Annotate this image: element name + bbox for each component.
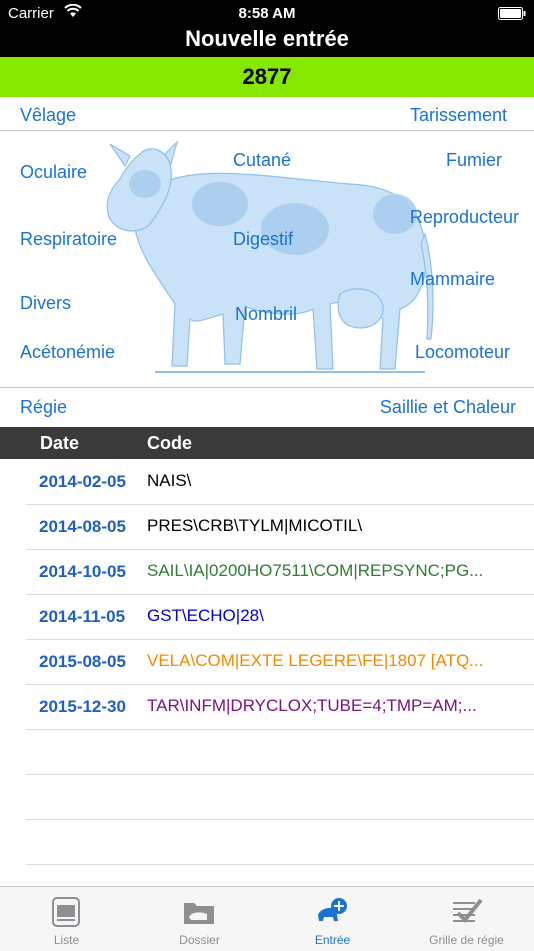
row-date: 2015-08-05 — [39, 652, 126, 671]
tab-entree[interactable]: Entrée — [266, 887, 399, 951]
category-oculaire[interactable]: Oculaire — [20, 162, 87, 183]
divider — [0, 387, 534, 388]
tab-label: Grille de régie — [429, 933, 504, 947]
folder-icon — [184, 903, 214, 924]
row-date: 2015-12-30 — [39, 697, 126, 716]
category-digestif[interactable]: Digestif — [233, 229, 293, 250]
category-nombril[interactable]: Nombril — [235, 304, 297, 325]
category-acetonemie[interactable]: Acétonémie — [20, 342, 115, 363]
category-divers[interactable]: Divers — [20, 293, 71, 314]
category-fumier[interactable]: Fumier — [446, 150, 502, 171]
row-code: VELA\COM|EXTE LEGERE\FE|1807 [ATQ... — [147, 651, 484, 670]
tab-dossier[interactable]: Dossier — [133, 887, 266, 951]
category-respiratoire[interactable]: Respiratoire — [20, 229, 117, 250]
saillie-chaleur-link[interactable]: Saillie et Chaleur — [380, 397, 516, 418]
grid-check-icon — [453, 898, 483, 923]
row-date: 2014-02-05 — [39, 472, 126, 491]
row-code: SAIL\IA|0200HO7511\COM|REPSYNC;PG... — [147, 561, 484, 580]
page-title: Nouvelle entrée — [185, 26, 349, 51]
table-row[interactable]: 2014-08-05 PRES\CRB\TYLM|MICOTIL\ — [26, 504, 534, 550]
tab-label: Entrée — [314, 933, 351, 947]
row-code: PRES\CRB\TYLM|MICOTIL\ — [147, 516, 363, 535]
row-code: TAR\INFM|DRYCLOX;TUBE=4;TMP=AM;... — [147, 696, 477, 715]
table-row[interactable]: 2015-08-05 VELA\COM|EXTE LEGERE\FE|1807 … — [26, 639, 534, 685]
table-row[interactable]: 2014-02-05 NAIS\ — [26, 459, 534, 505]
empty-row — [26, 819, 534, 865]
list-header: Date Code — [0, 427, 534, 459]
clock: 8:58 AM — [238, 5, 296, 22]
table-row[interactable]: 2014-11-05 GST\ECHO|28\ — [26, 594, 534, 640]
code-column-header: Code — [147, 433, 192, 453]
category-locomoteur[interactable]: Locomoteur — [415, 342, 510, 363]
row-code: GST\ECHO|28\ — [147, 606, 264, 625]
status-bar: Carrier 8:58 AM — [0, 0, 534, 28]
table-row[interactable]: 2014-10-05 SAIL\IA|0200HO7511\COM|REPSYN… — [26, 549, 534, 595]
regie-link[interactable]: Régie — [20, 397, 67, 418]
list-icon — [52, 897, 80, 927]
cow-add-icon — [318, 898, 347, 921]
category-reproducteur[interactable]: Reproducteur — [410, 207, 519, 228]
velage-link[interactable]: Vêlage — [20, 105, 76, 126]
empty-row — [26, 774, 534, 820]
tab-grille-de-regie[interactable]: Grille de régie — [400, 887, 533, 951]
row-date: 2014-08-05 — [39, 517, 126, 536]
category-mammaire[interactable]: Mammaire — [410, 269, 495, 290]
tab-label: Liste — [53, 933, 80, 947]
row-date: 2014-10-05 — [39, 562, 126, 581]
row-date: 2014-11-05 — [39, 607, 126, 626]
empty-row — [26, 729, 534, 775]
animal-id-bar: 2877 — [0, 57, 534, 97]
row-code: NAIS\ — [147, 471, 192, 490]
tab-bar: Liste Dossier Entrée Grille de régie — [0, 886, 534, 951]
date-column-header: Date — [40, 433, 80, 453]
tab-liste[interactable]: Liste — [0, 887, 133, 951]
navigation-bar: Carrier 8:58 AM Nouvelle entrée — [0, 0, 534, 57]
divider — [0, 130, 534, 131]
table-row[interactable]: 2015-12-30 TAR\INFM|DRYCLOX;TUBE=4;TMP=A… — [26, 684, 534, 730]
category-cutane[interactable]: Cutané — [233, 150, 291, 171]
battery-icon — [498, 7, 526, 24]
tarissement-link[interactable]: Tarissement — [410, 105, 507, 126]
tab-label: Dossier — [179, 933, 220, 947]
